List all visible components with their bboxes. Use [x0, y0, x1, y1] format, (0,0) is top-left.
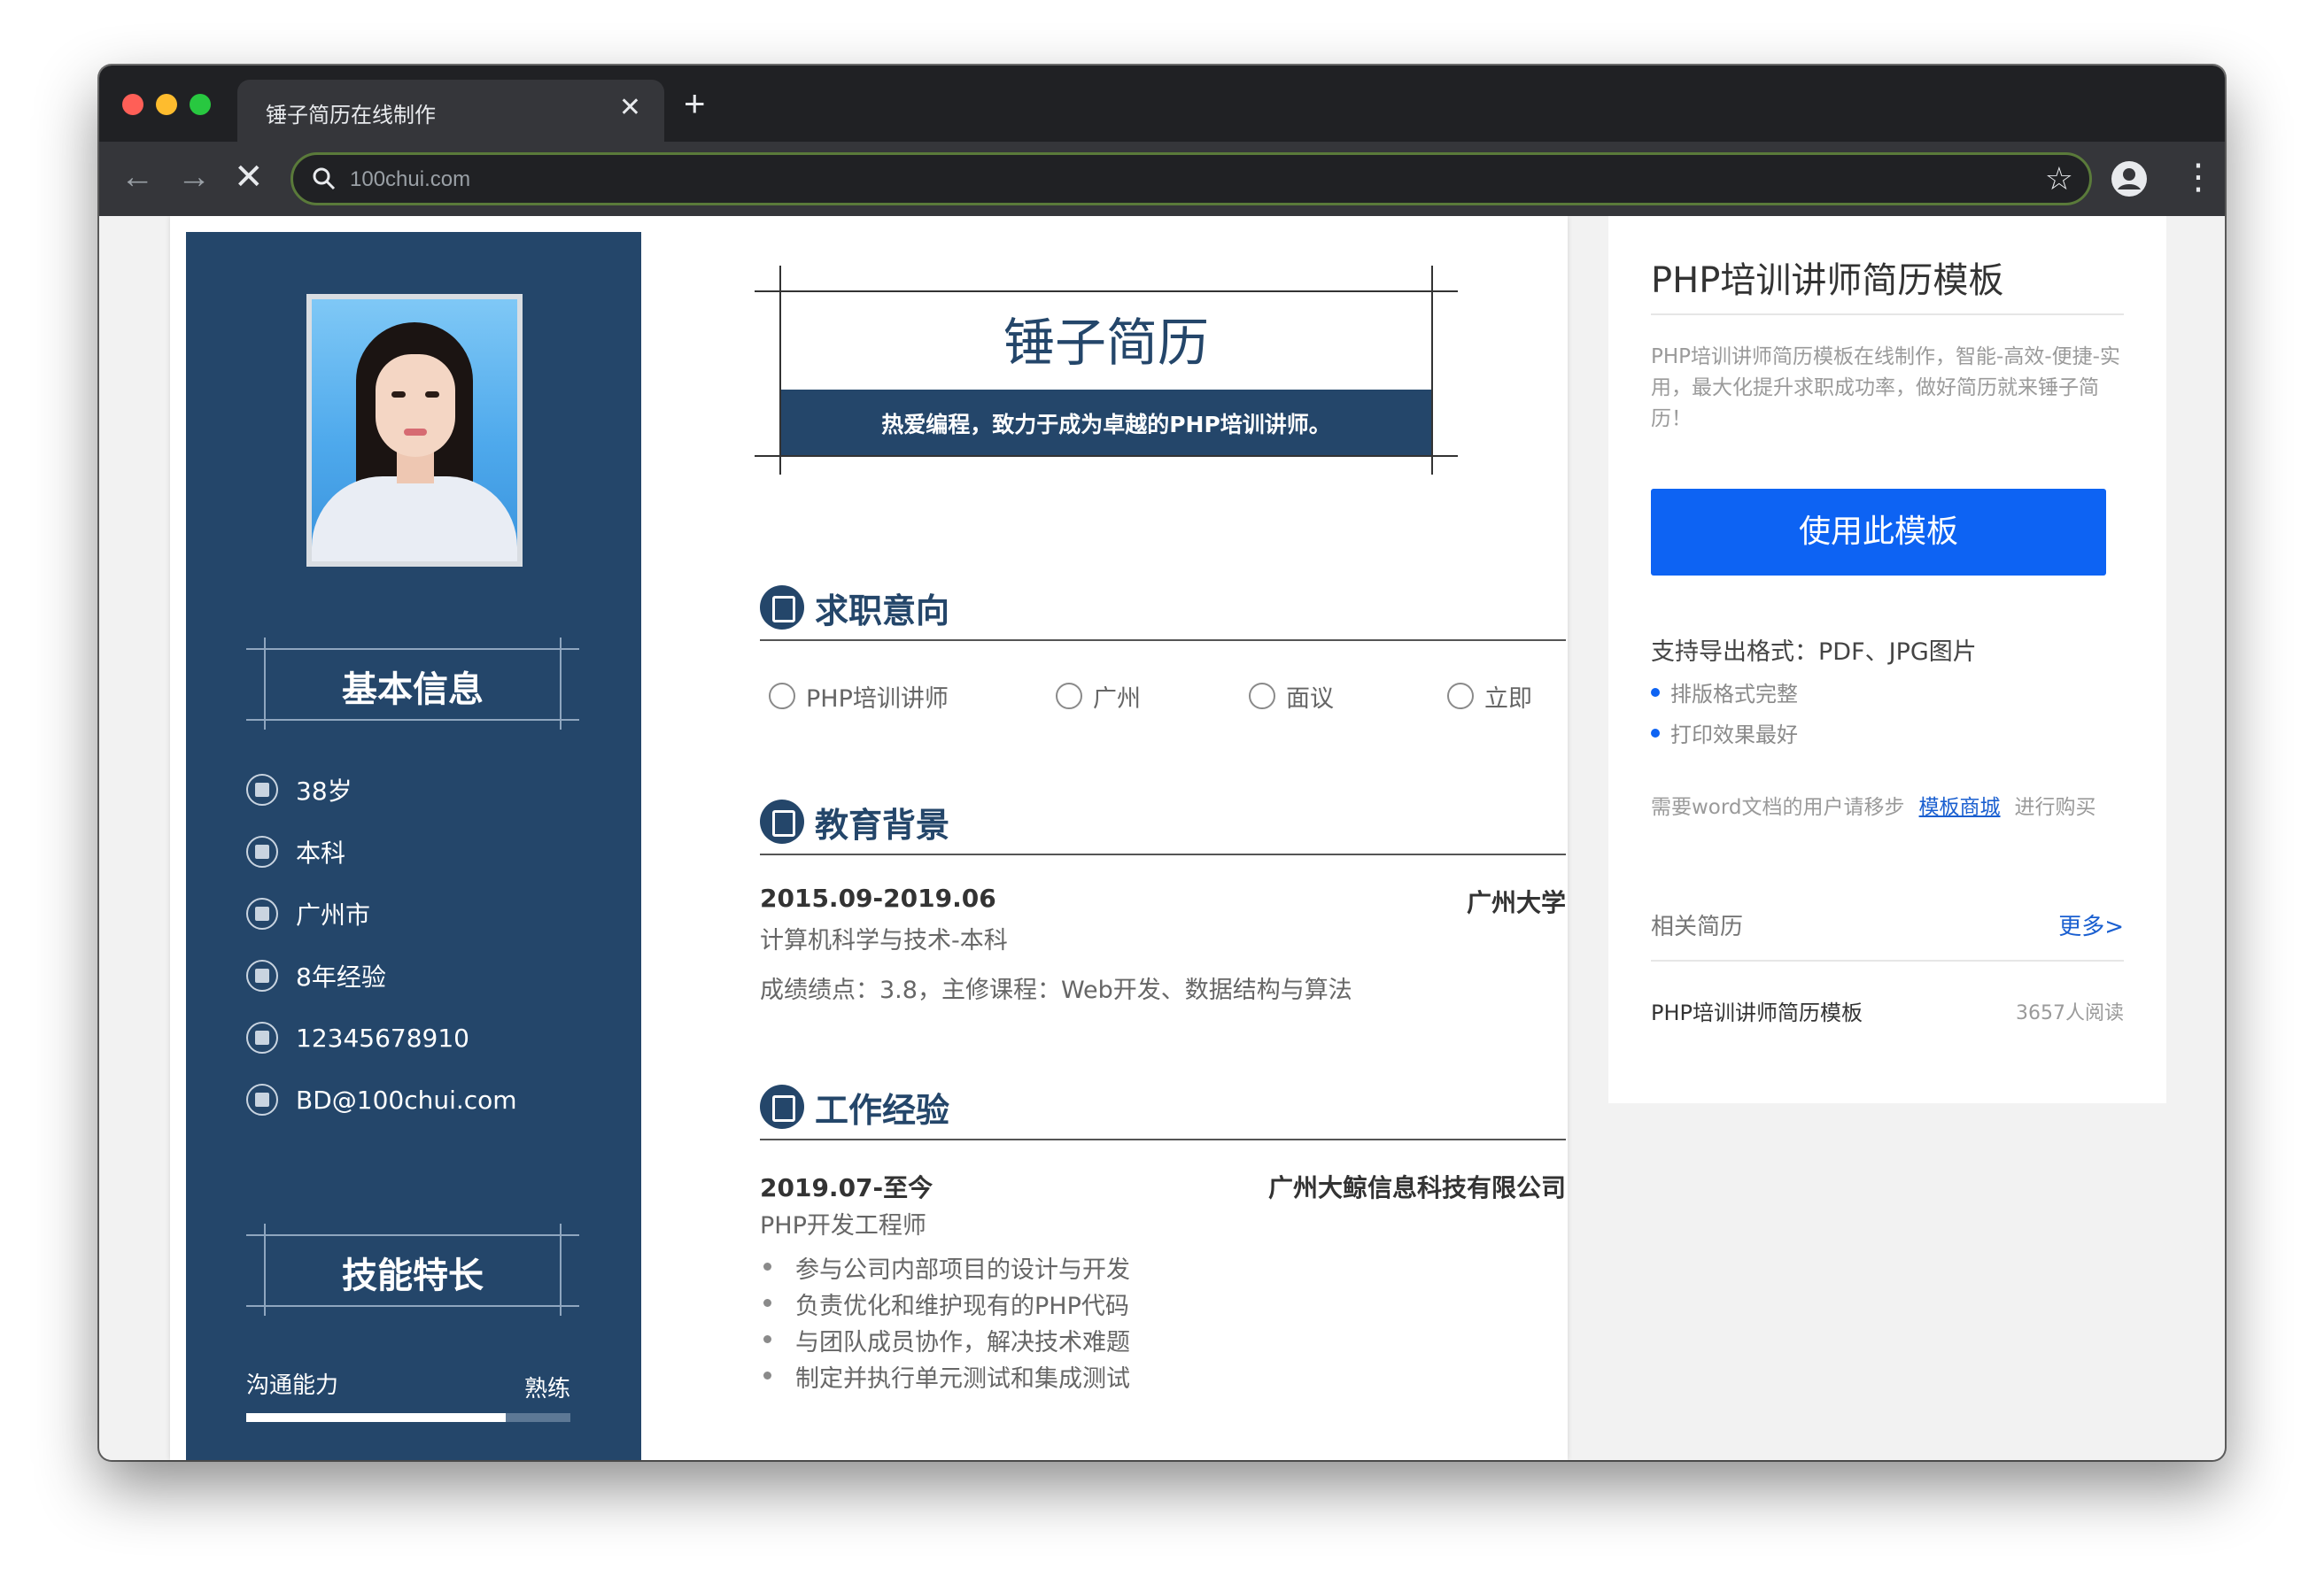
- work-company: 广州大鲸信息科技有限公司: [1267, 1173, 1566, 1202]
- resume-title-box: 锤子简历 热爱编程，致力于成为卓越的PHP培训讲师。: [755, 266, 1458, 475]
- skills-heading: 技能特长: [246, 1224, 579, 1316]
- export-formats: 支持导出格式：PDF、JPG图片: [1651, 638, 1977, 666]
- search-icon: [313, 167, 336, 190]
- more-link[interactable]: 更多>: [2058, 908, 2124, 941]
- forward-arrow-icon[interactable]: →: [177, 158, 211, 197]
- new-tab-icon[interactable]: +: [684, 85, 706, 122]
- intent-position: PHP培训讲师: [769, 678, 949, 714]
- template-title: PHP培训讲师简历模板: [1651, 260, 2004, 301]
- education-school: 广州大学: [1466, 888, 1566, 917]
- resume-sidebar: 基本信息 38岁 本科 广州市 8年经验 12345678910 BD@100c…: [186, 232, 641, 1460]
- list-item: 参与公司内部项目的设计与开发: [760, 1250, 1130, 1287]
- list-item: 负责优化和维护现有的PHP代码: [760, 1287, 1130, 1323]
- mail-icon: [246, 1084, 278, 1116]
- intent-city: 广州: [1056, 678, 1141, 714]
- info-experience: 8年经验: [246, 956, 386, 995]
- browser-toolbar: ← → ✕ 100chui.com ☆ ⋮: [99, 142, 2225, 216]
- briefcase-icon: [760, 1085, 804, 1129]
- related-resume-link[interactable]: PHP培训讲师简历模板: [1651, 995, 1863, 1026]
- skill-progress-fill: [246, 1413, 506, 1422]
- feature-item: 排版格式完整: [1651, 676, 1798, 707]
- work-position: PHP开发工程师: [760, 1212, 926, 1240]
- yuan-icon: [1249, 683, 1275, 709]
- info-phone: 12345678910: [246, 1018, 469, 1057]
- tie-icon: [769, 683, 795, 709]
- page-content: 基本信息 38岁 本科 广州市 8年经验 12345678910 BD@100c…: [103, 216, 2221, 1460]
- graduation-icon: [246, 836, 278, 868]
- phone-icon: [246, 1022, 278, 1054]
- education-section: 教育背景 2015.09-2019.06 广州大学 计算机科学与技术-本科 成绩…: [760, 795, 1569, 1008]
- related-resume-reads: 3657人阅读: [2016, 1002, 2124, 1024]
- education-major: 计算机科学与技术-本科: [760, 927, 1008, 954]
- close-window-button[interactable]: [122, 94, 143, 115]
- work-section: 工作经验 2019.07-至今 广州大鲸信息科技有限公司 PHP开发工程师 参与…: [760, 1080, 1569, 1452]
- stop-loading-icon[interactable]: ✕: [234, 158, 264, 197]
- maximize-window-button[interactable]: [190, 94, 211, 115]
- url-text: 100chui.com: [350, 167, 471, 191]
- address-bar[interactable]: 100chui.com ☆: [290, 152, 2092, 205]
- skill-progress-track: [246, 1413, 570, 1422]
- calendar-icon: [246, 774, 278, 806]
- word-document-note: 需要word文档的用户请移步 模板商城 进行购买: [1651, 796, 2096, 819]
- education-detail: 成绩绩点：3.8，主修课程：Web开发、数据结构与算法: [760, 977, 1352, 1004]
- profile-avatar-icon[interactable]: [2110, 159, 2149, 198]
- list-item: 与团队成员协作，解决技术难题: [760, 1323, 1130, 1359]
- info-email: BD@100chui.com: [246, 1080, 517, 1119]
- list-item: 制定并执行单元测试和集成测试: [760, 1359, 1130, 1395]
- work-period: 2019.07-至今: [760, 1173, 933, 1202]
- clock-icon: [1447, 683, 1474, 709]
- template-description: PHP培训讲师简历模板在线制作，智能-高效-便捷-实用，最大化提升求职成功率，做…: [1651, 345, 2120, 430]
- briefcase-icon: [246, 960, 278, 992]
- info-degree: 本科: [246, 832, 345, 871]
- job-intent-section: 求职意向 PHP培训讲师 广州 面议 立即: [760, 581, 1569, 723]
- template-mall-link[interactable]: 模板商城: [1919, 796, 2001, 819]
- minimize-window-button[interactable]: [156, 94, 177, 115]
- graduation-cap-icon: [760, 800, 804, 844]
- use-template-button[interactable]: 使用此模板: [1651, 489, 2106, 576]
- resume-preview: 基本信息 38岁 本科 广州市 8年经验 12345678910 BD@100c…: [170, 216, 1568, 1460]
- tab-strip: 锤子简历在线制作 ✕ +: [99, 66, 2225, 142]
- intent-availability: 立即: [1447, 678, 1532, 714]
- info-age: 38岁: [246, 770, 352, 809]
- city-icon: [1056, 683, 1082, 709]
- tab-title: 锤子简历在线制作: [266, 103, 436, 128]
- browser-menu-icon[interactable]: ⋮: [2181, 156, 2216, 198]
- related-resumes-label: 相关简历: [1651, 914, 1744, 940]
- basic-info-heading: 基本信息: [246, 638, 579, 730]
- resume-name: 锤子简历: [1003, 313, 1209, 373]
- profile-photo: [306, 294, 523, 567]
- work-duties: 参与公司内部项目的设计与开发 负责优化和维护现有的PHP代码 与团队成员协作，解…: [760, 1250, 1130, 1395]
- browser-window: 锤子简历在线制作 ✕ + ← → ✕ 100chui.com ☆ ⋮ 基本信息 …: [99, 66, 2225, 1460]
- building-icon: [246, 898, 278, 930]
- bookmark-star-icon[interactable]: ☆: [2045, 160, 2073, 197]
- intent-salary: 面议: [1249, 678, 1334, 714]
- resume-slogan: 热爱编程，致力于成为卓越的PHP培训讲师。: [881, 412, 1331, 437]
- clipboard-icon: [760, 585, 804, 630]
- education-period: 2015.09-2019.06: [760, 884, 996, 913]
- browser-tab[interactable]: 锤子简历在线制作 ✕: [237, 80, 664, 142]
- slogan-band: 热爱编程，致力于成为卓越的PHP培训讲师。: [781, 390, 1431, 455]
- template-info-card: PHP培训讲师简历模板 PHP培训讲师简历模板在线制作，智能-高效-便捷-实用，…: [1608, 216, 2166, 1103]
- feature-item: 打印效果最好: [1651, 717, 1798, 748]
- back-arrow-icon[interactable]: ←: [120, 158, 154, 197]
- tab-close-icon[interactable]: ✕: [619, 92, 641, 124]
- info-city: 广州市: [246, 894, 370, 933]
